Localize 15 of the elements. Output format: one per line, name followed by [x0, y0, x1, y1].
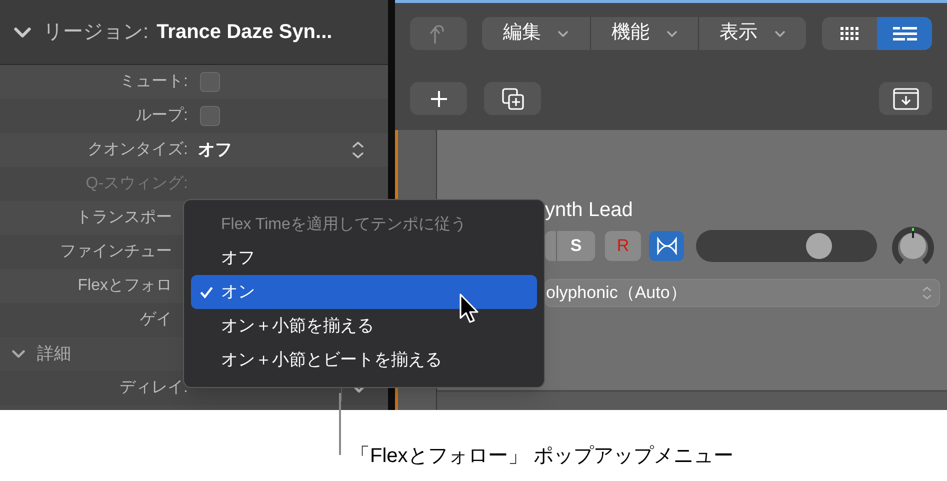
- field-label: ファインチュー: [59, 242, 172, 262]
- field-label: ミュート:: [118, 72, 188, 92]
- region-name: Trance Daze Syn...: [156, 20, 332, 45]
- section-label: 詳細: [37, 343, 71, 366]
- region-label: リージョン:: [43, 20, 149, 45]
- field-label: トランスポー: [75, 208, 172, 228]
- popup-value: olyphonic（Auto）: [546, 282, 687, 304]
- popup-value: オフ: [198, 139, 232, 162]
- callout-label: 「Flexとフォロー」 ポップアップメニュー: [350, 444, 734, 469]
- field-label: ループ:: [134, 106, 188, 126]
- field-label: クオンタイズ:: [86, 140, 188, 160]
- menu-header: Flex Timeを適用してテンポに従う: [220, 214, 468, 235]
- field-label: ゲイ: [139, 310, 172, 330]
- field-label: Flexとフォロ: [76, 276, 172, 296]
- track-name: ynth Lead: [545, 198, 634, 222]
